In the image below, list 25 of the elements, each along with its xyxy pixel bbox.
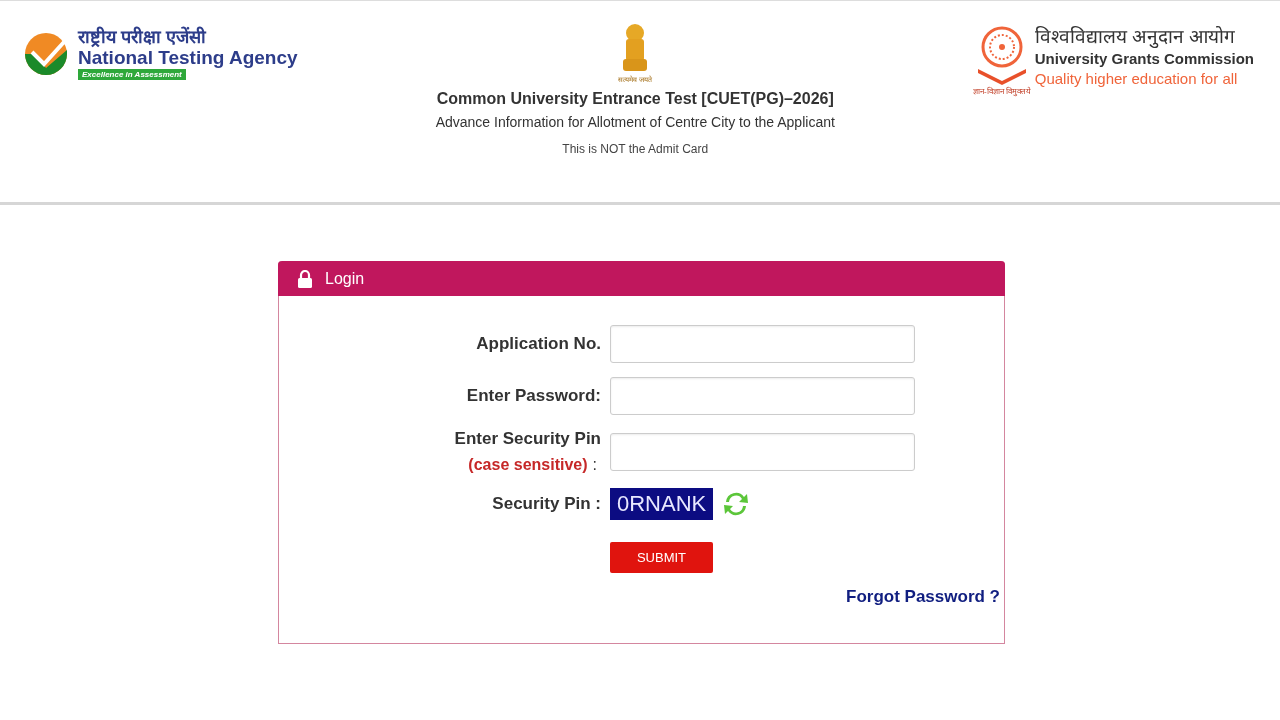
forgot-password-link[interactable]: Forgot Password ? bbox=[846, 587, 1000, 607]
security-pin-label: Security Pin : bbox=[492, 494, 601, 514]
field-label: Enter Password: bbox=[466, 386, 601, 406]
page-title: Common University Entrance Test [CUET(PG)–2026] bbox=[436, 90, 834, 108]
agency-hindi-name: राष्ट्रीय परीक्षा एजेंसी bbox=[78, 27, 206, 47]
captcha-image: 0RNANK bbox=[610, 488, 714, 520]
submit-button[interactable]: SUBMIT bbox=[610, 542, 713, 573]
field-label: Enter Security Pin bbox=[454, 429, 601, 449]
label-colon: : bbox=[592, 456, 597, 474]
ugc-name: University Grants Commission bbox=[1034, 49, 1254, 69]
notice-text: This is NOT the Admit Card bbox=[562, 142, 709, 156]
case-sensitive-note: (case sensitive) bbox=[468, 456, 588, 474]
input-field[interactable] bbox=[610, 432, 915, 471]
agency-tagline: Excellence in Assessment bbox=[78, 69, 186, 80]
ugc-hindi-name: विश्वविद्यालय अनुदान आयोग bbox=[1034, 25, 1237, 49]
nta-logo-icon bbox=[24, 31, 68, 76]
input-field[interactable] bbox=[610, 377, 915, 415]
lock-icon bbox=[297, 269, 313, 288]
ugc-tagline: Quality higher education for all bbox=[1034, 69, 1239, 89]
field-label: Application No. bbox=[476, 334, 601, 354]
panel-title: Login bbox=[325, 269, 365, 288]
page-subtitle: Advance Information for Allotment of Centre City to the Applicant bbox=[435, 114, 835, 130]
ugc-motto: ज्ञान-विज्ञान विमुक्तये bbox=[972, 86, 1031, 96]
input-field[interactable] bbox=[610, 325, 915, 363]
agency-name: National Testing Agency bbox=[78, 47, 298, 69]
